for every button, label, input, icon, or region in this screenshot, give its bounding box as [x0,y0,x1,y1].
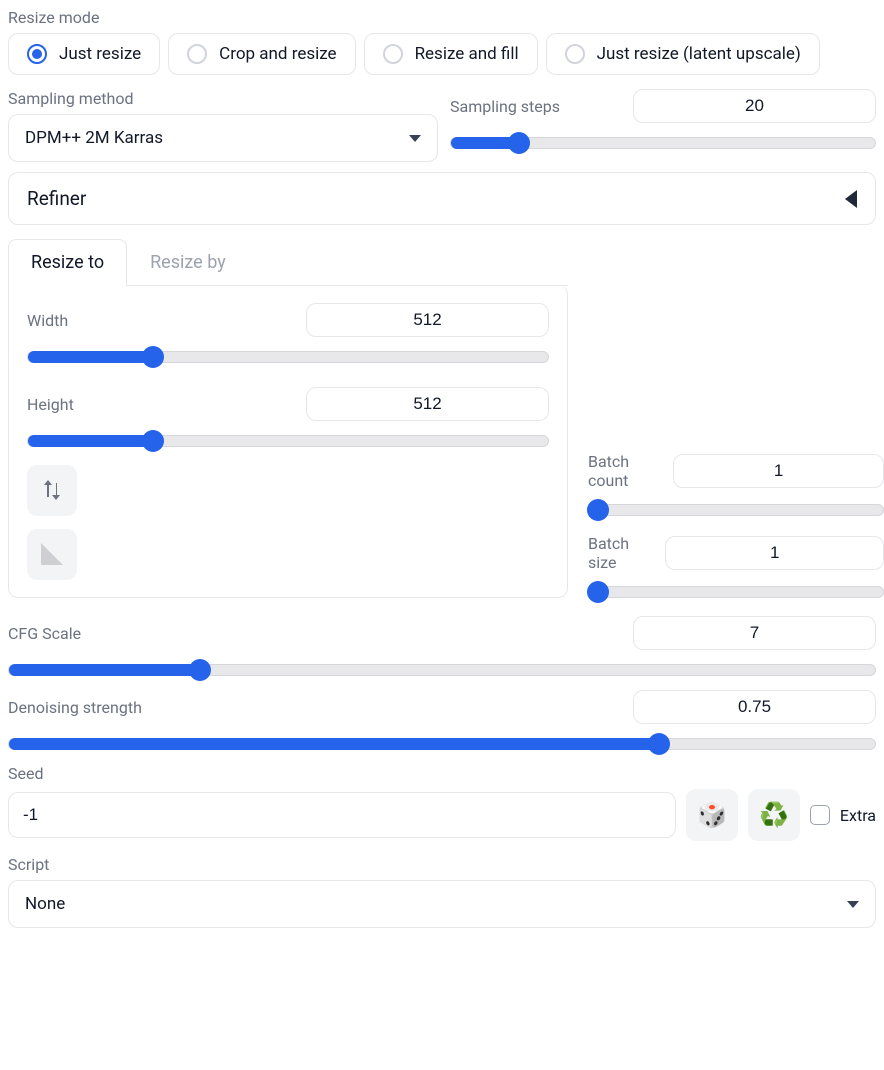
seed-extra-checkbox[interactable] [810,805,830,825]
radio-icon [27,44,47,64]
resize-mode-option-latent-upscale[interactable]: Just resize (latent upscale) [546,33,820,75]
script-value: None [25,894,65,914]
denoise-input[interactable] [633,690,876,724]
swap-dimensions-button[interactable] [27,465,77,515]
sampling-method-select[interactable]: DPM++ 2M Karras [8,114,438,162]
chevron-down-icon [409,135,421,142]
batch-size-label: Batch size [588,534,653,572]
option-label: Just resize (latent upscale) [597,44,801,64]
sampling-steps-input[interactable] [633,89,876,123]
radio-icon [565,44,585,64]
chevron-down-icon [847,901,859,908]
seed-input[interactable] [8,792,676,838]
seed-random-button[interactable]: 🎲 [686,789,738,841]
batch-size-slider[interactable] [588,586,884,598]
resize-mode-group: Just resize Crop and resize Resize and f… [8,33,876,75]
caret-left-icon [845,190,857,208]
height-slider[interactable] [27,435,549,447]
batch-count-input[interactable] [673,454,884,488]
sampling-method-label: Sampling method [8,89,438,108]
tab-resize-to[interactable]: Resize to [8,239,127,286]
denoise-slider[interactable] [8,738,876,750]
height-label: Height [27,395,74,414]
batch-count-label: Batch count [588,452,661,490]
resize-mode-option-just-resize[interactable]: Just resize [8,33,160,75]
cfg-scale-input[interactable] [633,616,876,650]
option-label: Just resize [59,44,141,64]
sampling-steps-slider[interactable] [450,137,876,149]
script-label: Script [8,855,876,874]
cfg-scale-slider[interactable] [8,664,876,676]
seed-reuse-button[interactable]: ♻️ [748,789,800,841]
tab-resize-by[interactable]: Resize by [127,239,249,285]
batch-count-slider[interactable] [588,504,884,516]
cfg-scale-label: CFG Scale [8,624,81,643]
resize-mode-option-resize-and-fill[interactable]: Resize and fill [364,33,538,75]
option-label: Crop and resize [219,44,336,64]
sampling-steps-label: Sampling steps [450,97,560,116]
seed-label: Seed [8,764,876,783]
height-input[interactable] [306,387,549,421]
script-select[interactable]: None [8,880,876,928]
radio-icon [187,44,207,64]
recycle-icon: ♻️ [759,801,789,829]
batch-size-input[interactable] [665,536,884,570]
width-label: Width [27,311,68,330]
radio-icon [383,44,403,64]
denoise-label: Denoising strength [8,698,142,717]
dice-icon: 🎲 [697,801,727,829]
aspect-ratio-button[interactable] [27,529,77,579]
refiner-accordion[interactable]: Refiner [8,172,876,225]
refiner-label: Refiner [27,187,86,210]
width-input[interactable] [306,303,549,337]
resize-mode-label: Resize mode [8,8,876,27]
resize-mode-option-crop-and-resize[interactable]: Crop and resize [168,33,355,75]
seed-extra-label: Extra [840,806,876,825]
swap-arrows-icon [43,479,61,501]
width-slider[interactable] [27,351,549,363]
sampling-method-value: DPM++ 2M Karras [25,128,163,148]
option-label: Resize and fill [415,44,519,64]
triangle-ruler-icon [41,543,63,565]
